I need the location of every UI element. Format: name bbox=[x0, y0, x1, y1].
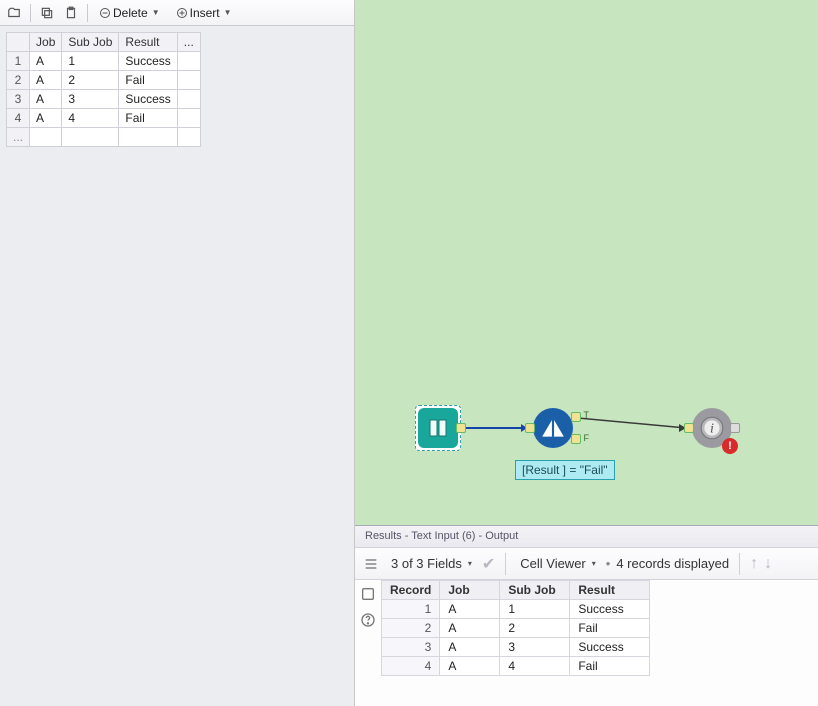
table-row[interactable]: 2 A 2 Fail bbox=[7, 71, 201, 90]
table-row[interactable]: 4 A 4 Fail bbox=[7, 109, 201, 128]
table-row-empty[interactable]: ... bbox=[7, 128, 201, 147]
col-header[interactable]: Result bbox=[570, 581, 650, 600]
node-browse[interactable]: i ! bbox=[689, 405, 735, 451]
fields-label: 3 of 3 Fields bbox=[391, 556, 462, 571]
node-filter[interactable]: T F bbox=[530, 405, 576, 451]
config-toolbar: Delete ▼ Insert ▼ bbox=[0, 0, 354, 26]
true-port-label: T bbox=[584, 410, 590, 420]
table-row[interactable]: 3 A 3 Success bbox=[382, 638, 650, 657]
table-row[interactable]: 3 A 3 Success bbox=[7, 90, 201, 109]
layout-toggle-icon[interactable] bbox=[361, 554, 381, 574]
paste-icon[interactable] bbox=[61, 3, 81, 23]
next-page-icon[interactable]: ↓ bbox=[764, 555, 772, 573]
false-port-label: F bbox=[584, 433, 590, 443]
output-port[interactable] bbox=[456, 423, 466, 433]
table-row[interactable]: 1 A 1 Success bbox=[382, 600, 650, 619]
chevron-down-icon: ▾ bbox=[468, 559, 472, 568]
apply-check-icon[interactable]: ✔ bbox=[482, 554, 495, 574]
col-header[interactable]: Job bbox=[440, 581, 500, 600]
col-header[interactable]: Sub Job bbox=[62, 33, 119, 52]
delete-label: Delete bbox=[113, 6, 148, 20]
insert-label: Insert bbox=[190, 6, 220, 20]
cell-viewer-selector[interactable]: Cell Viewer ▾ bbox=[516, 552, 600, 576]
insert-button[interactable]: Insert ▼ bbox=[171, 2, 239, 24]
prev-page-icon[interactable]: ↑ bbox=[750, 555, 758, 573]
col-header[interactable]: Record bbox=[382, 581, 440, 600]
results-side-strip bbox=[355, 580, 381, 706]
chevron-down-icon: ▼ bbox=[224, 8, 232, 17]
error-badge-icon: ! bbox=[722, 438, 738, 454]
node-text-input[interactable] bbox=[415, 405, 461, 451]
copy-icon[interactable] bbox=[37, 3, 57, 23]
results-data-grid[interactable]: Record Job Sub Job Result 1 A 1 bbox=[381, 580, 650, 676]
table-row[interactable]: 2 A 2 Fail bbox=[382, 619, 650, 638]
cell-viewer-label: Cell Viewer bbox=[520, 556, 586, 571]
false-port[interactable] bbox=[571, 434, 581, 444]
workflow-canvas[interactable]: T F i ! [Result ] = "Fail" bbox=[355, 0, 818, 526]
records-count-label: 4 records displayed bbox=[616, 556, 729, 571]
fields-selector[interactable]: 3 of 3 Fields ▾ bbox=[387, 552, 476, 576]
col-header[interactable]: Job bbox=[30, 33, 62, 52]
results-title: Results - Text Input (6) - Output bbox=[355, 526, 818, 548]
table-row[interactable]: 4 A 4 Fail bbox=[382, 657, 650, 676]
col-header-extra[interactable]: ... bbox=[177, 33, 200, 52]
input-data-grid[interactable]: Job Sub Job Result ... 1 A 1 Success bbox=[6, 32, 201, 147]
true-port[interactable] bbox=[571, 412, 581, 422]
help-icon[interactable] bbox=[358, 610, 378, 630]
results-panel: Results - Text Input (6) - Output 3 of 3… bbox=[355, 526, 818, 706]
table-row[interactable]: 1 A 1 Success bbox=[7, 52, 201, 71]
col-header[interactable]: Result bbox=[119, 33, 177, 52]
results-toolbar: 3 of 3 Fields ▾ ✔ Cell Viewer ▾ • 4 reco… bbox=[355, 548, 818, 580]
open-icon[interactable] bbox=[4, 3, 24, 23]
input-port[interactable] bbox=[684, 423, 694, 433]
input-port[interactable] bbox=[525, 423, 535, 433]
svg-text:i: i bbox=[710, 420, 714, 436]
col-header[interactable]: Sub Job bbox=[500, 581, 570, 600]
output-port[interactable] bbox=[730, 423, 740, 433]
config-panel: Delete ▼ Insert ▼ Job Sub Job Result ... bbox=[0, 0, 355, 706]
chevron-down-icon: ▾ bbox=[592, 559, 596, 568]
filter-expression-annotation[interactable]: [Result ] = "Fail" bbox=[515, 460, 615, 480]
chevron-down-icon: ▼ bbox=[152, 8, 160, 17]
delete-button[interactable]: Delete ▼ bbox=[94, 2, 167, 24]
metadata-view-icon[interactable] bbox=[358, 584, 378, 604]
